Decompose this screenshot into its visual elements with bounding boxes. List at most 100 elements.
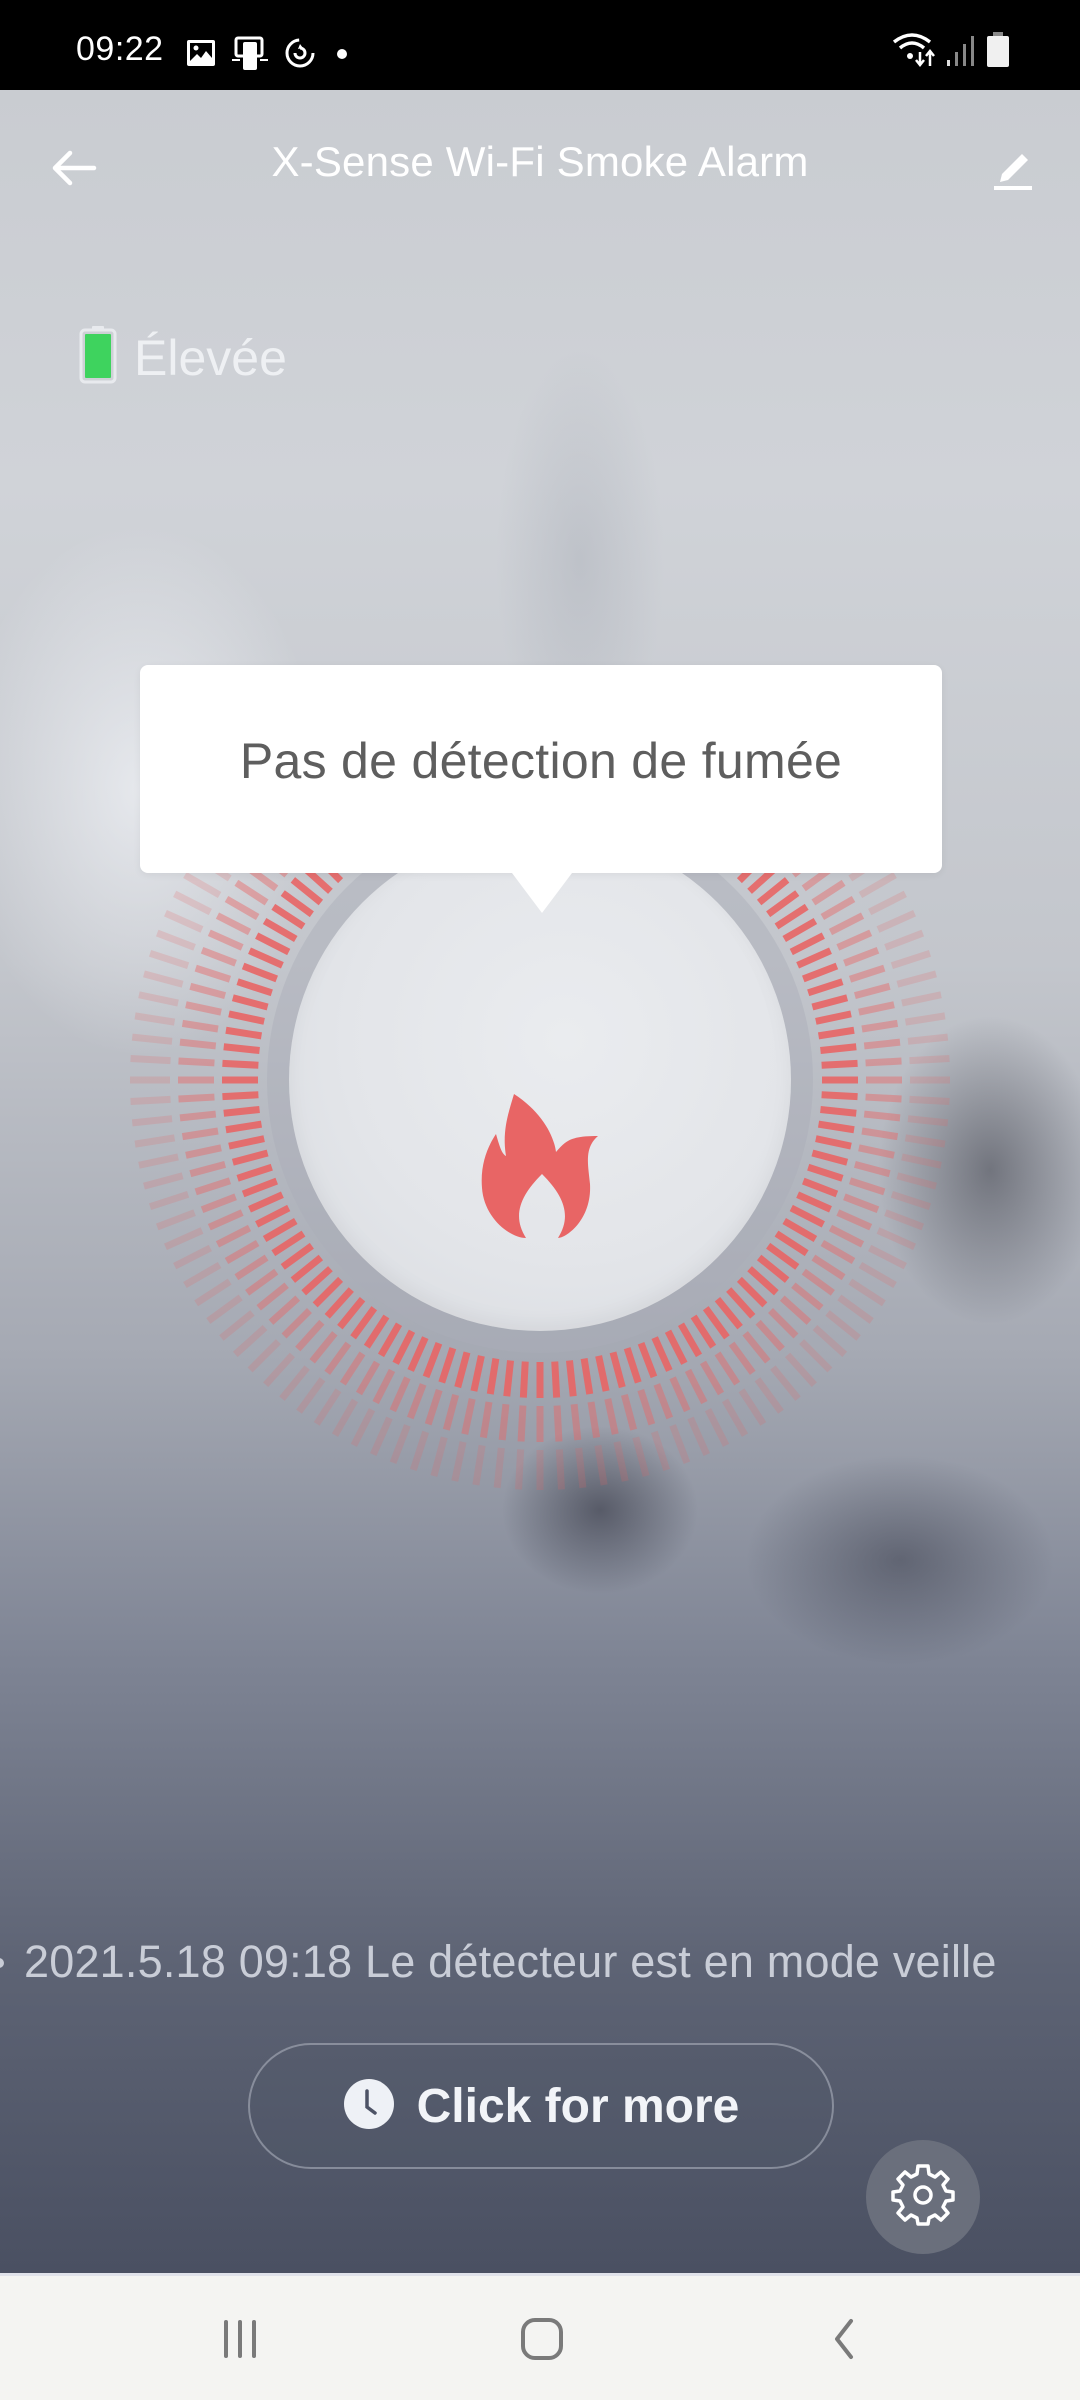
status-bar: 09:22 xyxy=(0,0,1080,90)
gauge-tick xyxy=(279,1365,310,1401)
gauge-tick xyxy=(789,1204,825,1228)
gauge-tick xyxy=(876,1227,916,1250)
gauge-tick xyxy=(164,910,204,933)
gauge-tick xyxy=(248,947,284,969)
gauge-tick xyxy=(215,912,252,936)
gauge-tick xyxy=(143,970,184,988)
gauge-tick xyxy=(738,1388,767,1426)
device-icon xyxy=(232,36,268,75)
click-for-more-button[interactable]: Click for more xyxy=(248,2043,834,2169)
gauge-tick xyxy=(863,1038,901,1050)
gauge-tick xyxy=(742,1331,771,1364)
gauge-tick xyxy=(372,1368,396,1405)
gauge-tick xyxy=(479,1401,493,1439)
gauge-tick xyxy=(148,949,190,969)
gauge-tick xyxy=(651,1336,673,1372)
event-ticker[interactable]: 2021.5.18 09:18 Le détecteur est en mode… xyxy=(0,1930,1080,2000)
recent-apps-button[interactable] xyxy=(200,2306,280,2376)
gauge-tick xyxy=(377,1322,403,1358)
gauge-tick xyxy=(470,1355,485,1392)
gauge-tick xyxy=(148,1191,190,1211)
gauge-tick xyxy=(224,1239,260,1265)
gauge-tick xyxy=(407,1336,429,1372)
gauge-tick xyxy=(687,1416,710,1456)
gauge-tick xyxy=(454,1351,471,1389)
gauge-tick xyxy=(255,932,291,956)
gauge-tick xyxy=(350,1306,378,1340)
nav-back-button[interactable] xyxy=(804,2306,884,2376)
gauge-tick xyxy=(355,1360,381,1396)
gauge-tick xyxy=(181,1127,219,1141)
gauge-tick xyxy=(271,1230,306,1257)
gauge-tick xyxy=(815,1135,852,1150)
home-button[interactable] xyxy=(502,2306,582,2376)
gauge-tick xyxy=(498,1403,510,1441)
gauge-tick xyxy=(493,1447,505,1489)
gauge-tick xyxy=(179,1110,217,1122)
gauge-tick xyxy=(843,947,880,967)
status-tooltip: Pas de détection de fumée xyxy=(140,665,942,913)
edit-name-button[interactable] xyxy=(980,140,1044,204)
gauge-tick xyxy=(131,1033,173,1045)
gauge-tick xyxy=(828,1224,865,1248)
gauge-tick xyxy=(896,1172,937,1190)
gauge-tick xyxy=(225,1026,263,1040)
signal-icon xyxy=(946,34,976,73)
gauge-tick xyxy=(247,1339,281,1373)
ticker-text: 2021.5.18 09:18 Le détecteur est en mode… xyxy=(24,1936,997,1987)
gauge-tick xyxy=(255,1204,291,1228)
gauge-tick xyxy=(811,1149,849,1166)
gauge-tick xyxy=(155,1209,196,1231)
gauge-tick xyxy=(901,1153,942,1169)
gauge-tick xyxy=(422,1342,443,1379)
gauge-tick xyxy=(248,1191,284,1213)
gauge-tick xyxy=(189,982,227,1000)
gauge-tick xyxy=(222,1059,259,1069)
wifi-icon xyxy=(892,32,936,73)
gauge-tick xyxy=(817,1120,855,1134)
gauge-tick xyxy=(178,1057,215,1067)
gauge-tick xyxy=(178,1093,215,1103)
gauge-tick xyxy=(370,1416,393,1456)
flame-icon xyxy=(480,1092,604,1240)
settings-button[interactable] xyxy=(866,2140,980,2254)
gauge-tick xyxy=(223,1105,260,1117)
gauge-tick xyxy=(770,1365,801,1401)
gauge-tick xyxy=(812,1324,848,1357)
gauge-tick xyxy=(225,1120,263,1134)
gauge-tick xyxy=(224,895,260,921)
gauge-tick xyxy=(782,917,818,943)
gauge-tick xyxy=(677,1322,703,1358)
gauge-tick xyxy=(637,1342,658,1379)
gauge-tick xyxy=(820,1239,856,1265)
gauge-tick xyxy=(503,1360,515,1397)
gauge-tick xyxy=(848,1278,886,1307)
gauge-tick xyxy=(890,949,932,969)
gauge-tick xyxy=(263,1352,296,1388)
pencil-icon xyxy=(990,148,1034,197)
gauge-tick xyxy=(904,1134,946,1148)
dot-icon xyxy=(332,47,352,65)
gauge-tick xyxy=(245,1268,279,1296)
gauge-tick xyxy=(438,1347,457,1384)
gear-icon xyxy=(890,2162,956,2233)
gauge-tick xyxy=(796,1191,832,1213)
gauge-tick xyxy=(173,1244,212,1270)
home-icon xyxy=(520,2317,564,2366)
gauge-tick xyxy=(802,962,839,983)
gauge-tick xyxy=(821,1091,858,1101)
gauge-tick xyxy=(232,1324,268,1357)
gauge-tick xyxy=(721,1398,749,1437)
gauge-tick xyxy=(236,978,273,997)
gauge-tick xyxy=(907,1033,949,1045)
gauge-tick xyxy=(570,1403,582,1441)
gauge-tick xyxy=(774,1230,809,1257)
gauge-tick xyxy=(865,1057,902,1067)
battery-status: Élevée xyxy=(78,326,287,389)
gauge-tick xyxy=(690,1314,717,1349)
gauge-tick xyxy=(241,1177,278,1198)
gauge-tick xyxy=(637,1388,656,1426)
gauge-tick xyxy=(241,962,278,983)
gauge-tick xyxy=(799,1339,833,1373)
gauge-tick xyxy=(262,1217,298,1243)
